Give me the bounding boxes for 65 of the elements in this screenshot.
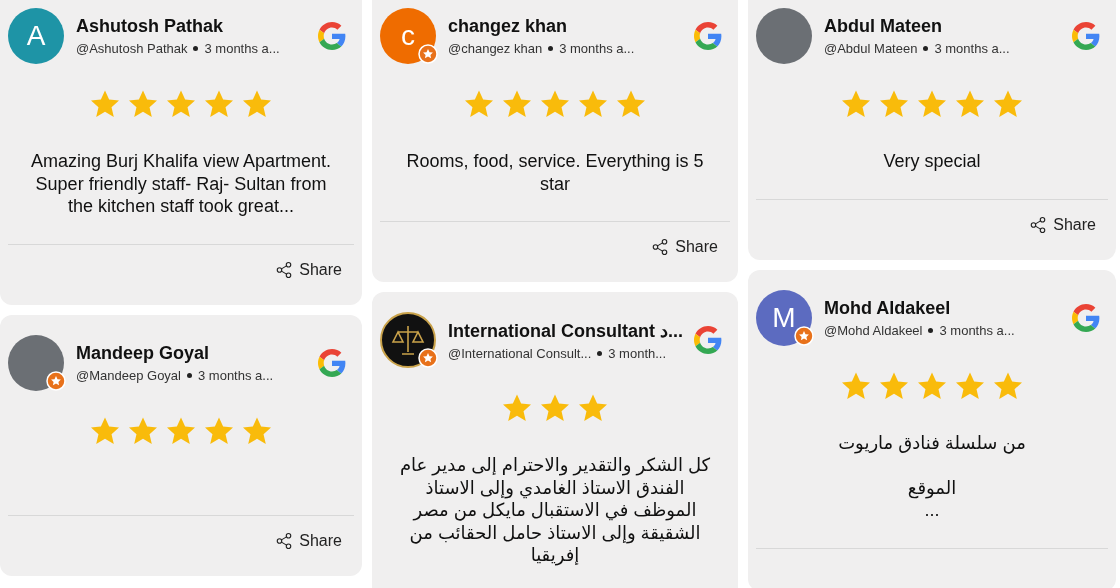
review-time: 3 months a... [204,41,280,56]
star-icon [463,88,495,120]
google-logo-icon [1072,303,1100,332]
review-time: 3 months a... [934,41,1010,56]
share-icon [275,531,294,550]
review-text: Very special [882,150,982,173]
share-button[interactable]: Share [275,260,342,279]
star-icon [127,88,159,120]
share-icon [1029,215,1048,234]
reviewer-name: Mohd Aldakeel [824,297,952,319]
google-logo-icon [694,22,722,50]
reviewer-name: changez khan [448,16,569,37]
star-icon [89,88,121,120]
review-text: من سلسلة فنادق ماريوت الموقع ... [837,431,1027,522]
separator-dot [597,350,603,356]
separator-dot [193,46,199,51]
star-icon [501,392,533,424]
star-icon [954,88,986,120]
google-logo-icon [318,22,346,50]
star-icon [577,88,609,120]
reviewer-handle: @Mohd Aldakeel [824,322,923,338]
reviewer-handle: @Ashutosh Pathak [76,41,188,56]
share-button[interactable]: Share [275,531,342,550]
star-icon [165,88,197,120]
share-button[interactable]: Share [1029,215,1096,234]
reviewer-handle: @Mandeep Goyal [76,367,181,383]
star-icon [539,392,571,424]
separator-dot [548,46,554,51]
review-text: كل الشكر والتقدير والاحترام إلى مدير عام الفندق الاستاذ الغامدي وإلى الاستاذ الموظف في الاستقبال مايكل من مصر الشقيقة وإلى الاستاذ حامل الحقائب من إفريقيا [398,454,712,567]
review-time: 3 months a... [559,41,635,56]
star-icon [992,88,1024,120]
google-logo-icon [1072,22,1100,50]
photo-placeholder [756,8,812,64]
share-icon [275,260,294,279]
star-icon [501,88,533,120]
star-icon [840,88,872,120]
separator-dot [928,327,934,333]
reviewer-handle: @Abdul Mateen [824,41,918,56]
letter-avatar: M [756,289,812,346]
share-icon [651,238,670,256]
separator-dot [187,372,192,378]
letter-avatar: A [8,8,64,64]
reviewer-name: Mandeep Goyal [76,342,211,364]
separator-dot [923,46,929,51]
star-icon [916,88,948,120]
review-text: Amazing Burj Khalifa view Apartment. Super friendly staff- Raj- Sultan from the kitchen staff took great... [29,150,333,218]
reviewer-handle: @International Consult... [448,345,592,361]
google-logo-icon [694,326,722,354]
share-button[interactable]: Share [651,238,718,256]
reviewer-name: Abdul Mateen [824,16,943,37]
reviewer-name: Ashutosh Pathak [76,16,225,37]
star-icon [577,392,609,424]
star-icon [241,88,273,120]
letter-avatar: c [380,8,436,64]
reviewer-handle: @changez khan [448,41,543,56]
google-logo-icon [318,348,346,377]
star-icon [878,88,910,120]
star-icon [615,88,647,120]
review-time: 3 months a... [198,367,274,383]
reviewer-name: International Consultant د... [448,319,682,342]
review-time: 3 month... [608,345,667,361]
star-icon [539,88,571,120]
review-text: Rooms, food, service. Everything is 5 star [405,150,705,195]
star-icon [203,88,235,120]
review-time: 3 months a... [939,322,1015,338]
